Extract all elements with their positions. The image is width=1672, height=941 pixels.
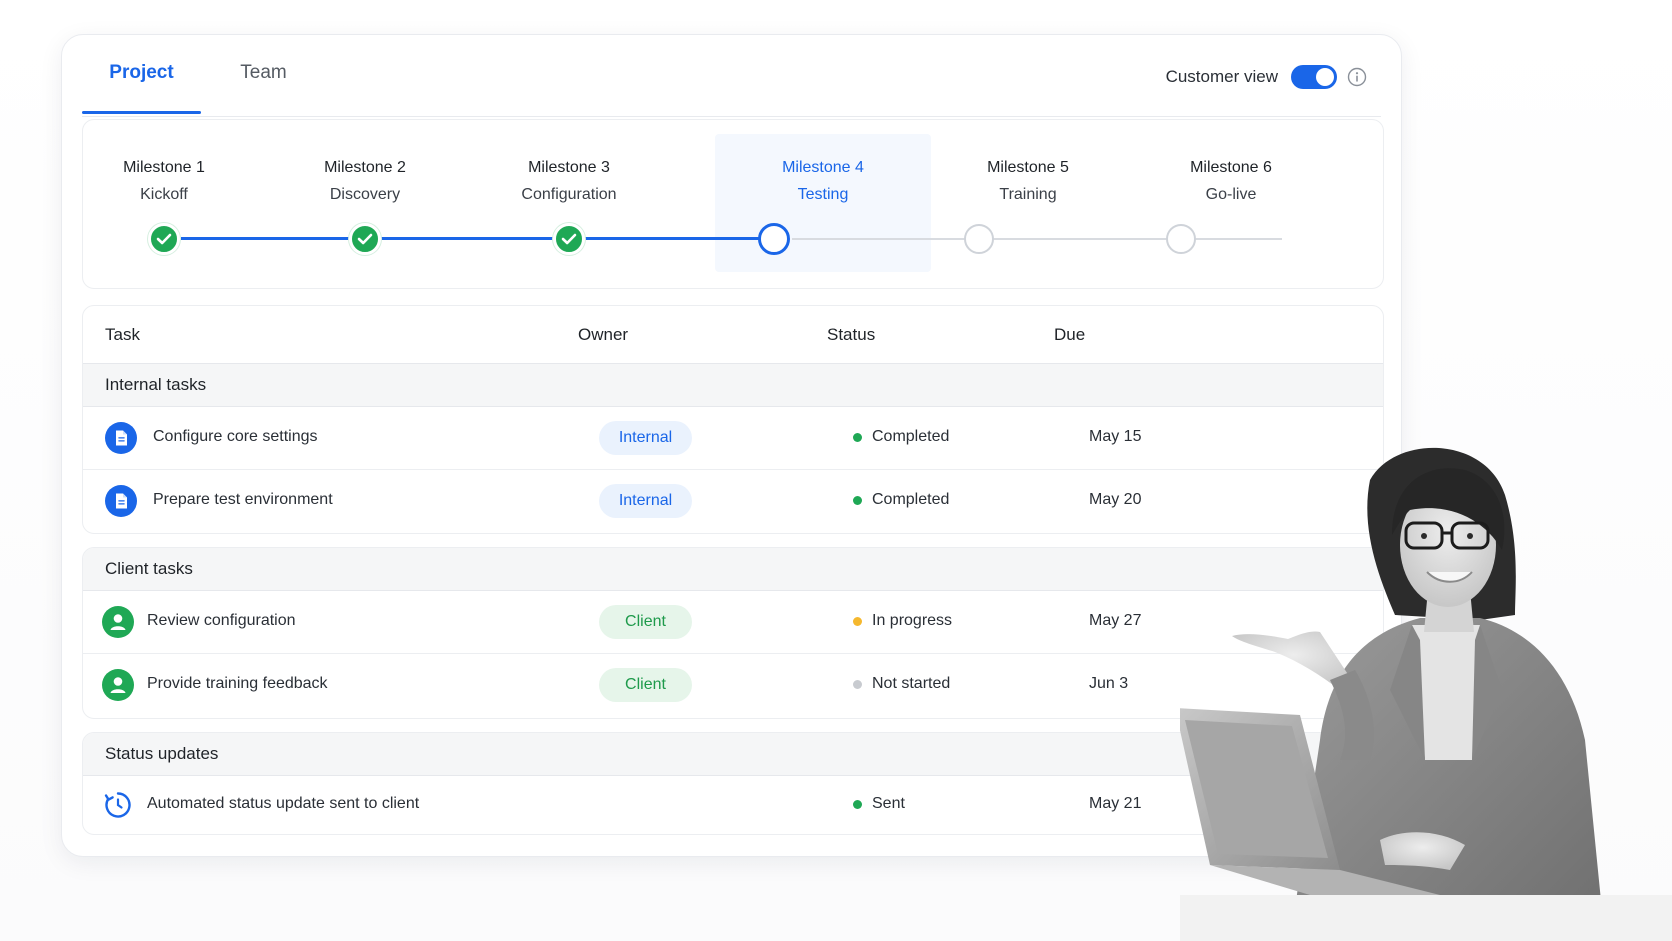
status-dot xyxy=(853,495,862,505)
column-header-task[interactable]: Task xyxy=(105,325,140,345)
customer-view-control: Customer view xyxy=(1166,65,1367,89)
progress-line-completed xyxy=(181,237,780,240)
milestone-subtitle: Go-live xyxy=(1205,186,1257,203)
milestone-title: Milestone 1 xyxy=(123,159,205,176)
milestone-title: Milestone 5 xyxy=(987,159,1069,176)
due-date: May 27 xyxy=(1089,612,1142,629)
tab-bar: Project Team xyxy=(82,35,326,114)
task-name: Prepare test environment xyxy=(153,491,333,508)
milestone-5[interactable]: Milestone 5 Training xyxy=(920,158,1136,205)
due-date: May 15 xyxy=(1089,428,1142,445)
pending-step-indicator xyxy=(1166,224,1196,254)
check-icon xyxy=(553,223,585,255)
milestone-subtitle: Testing xyxy=(797,186,849,203)
tabs-divider xyxy=(82,116,1381,117)
milestone-subtitle: Training xyxy=(999,186,1057,203)
user-icon xyxy=(102,669,134,701)
customer-view-label: Customer view xyxy=(1165,67,1278,86)
status-cell: Sent xyxy=(853,795,905,813)
status-cell: Not started xyxy=(853,675,950,693)
owner-badge: Client xyxy=(599,668,692,702)
tab-project[interactable]: Project xyxy=(82,35,201,114)
task-name: Automated status update sent to client xyxy=(147,795,420,812)
status-cell: Completed xyxy=(853,428,949,446)
milestone-subtitle: Discovery xyxy=(329,186,401,203)
milestone-title: Milestone 3 xyxy=(528,159,610,176)
milestone-subtitle: Configuration xyxy=(521,186,617,203)
status-text: Not started xyxy=(872,675,951,692)
check-icon xyxy=(349,223,381,255)
task-name: Provide training feedback xyxy=(147,675,328,692)
group-label: Internal tasks xyxy=(105,375,207,394)
status-cell: Completed xyxy=(853,491,949,509)
column-header-owner[interactable]: Owner xyxy=(578,325,628,345)
pending-step-indicator xyxy=(964,224,994,254)
group-header-internal: Internal tasks xyxy=(83,364,1383,407)
status-cell: In progress xyxy=(853,612,952,630)
milestone-title: Milestone 2 xyxy=(324,159,406,176)
group-label: Client tasks xyxy=(105,559,193,578)
milestone-6[interactable]: Milestone 6 Go-live xyxy=(1123,158,1339,205)
document-icon xyxy=(105,485,137,517)
milestone-subtitle: Kickoff xyxy=(140,186,188,203)
info-icon[interactable] xyxy=(1347,67,1367,87)
group-label: Status updates xyxy=(105,744,219,763)
milestone-2[interactable]: Milestone 2 Discovery xyxy=(257,158,473,205)
current-step-indicator xyxy=(758,223,790,255)
status-text: Sent xyxy=(872,795,905,812)
user-icon xyxy=(102,606,134,638)
column-header-status[interactable]: Status xyxy=(827,325,875,345)
owner-badge: Internal xyxy=(599,421,692,455)
status-text: Completed xyxy=(872,491,950,508)
due-date: Jun 3 xyxy=(1089,675,1129,692)
due-date: May 20 xyxy=(1089,491,1142,508)
status-text: In progress xyxy=(872,612,953,629)
status-dot xyxy=(853,616,862,626)
owner-badge: Client xyxy=(599,605,692,639)
milestone-tracker: Milestone 1 Kickoff Milestone 2 Discover… xyxy=(82,119,1384,289)
milestone-3[interactable]: Milestone 3 Configuration xyxy=(461,158,677,205)
task-name: Configure core settings xyxy=(153,428,318,445)
table-header: Task Owner Status Due xyxy=(83,306,1383,364)
milestone-4[interactable]: Milestone 4 Testing xyxy=(715,158,931,205)
document-icon xyxy=(105,422,137,454)
status-dot xyxy=(853,432,862,442)
milestone-1[interactable]: Milestone 1 Kickoff xyxy=(56,158,272,205)
column-header-due[interactable]: Due xyxy=(1054,325,1085,345)
status-text: Completed xyxy=(872,428,950,445)
milestone-title: Milestone 6 xyxy=(1190,159,1272,176)
task-name: Review configuration xyxy=(147,612,296,629)
progress-line-remaining xyxy=(792,238,1282,240)
status-dot xyxy=(853,799,862,809)
owner-badge: Internal xyxy=(599,484,692,518)
presenter-photo xyxy=(1175,440,1672,941)
due-date: May 21 xyxy=(1089,795,1142,812)
status-dot xyxy=(853,679,862,689)
milestone-title: Milestone 4 xyxy=(782,159,864,176)
tab-team[interactable]: Team xyxy=(201,35,326,111)
refresh-clock-icon xyxy=(102,789,134,821)
toggle-knob xyxy=(1316,68,1334,86)
check-icon xyxy=(148,223,180,255)
customer-view-toggle[interactable] xyxy=(1291,65,1337,89)
